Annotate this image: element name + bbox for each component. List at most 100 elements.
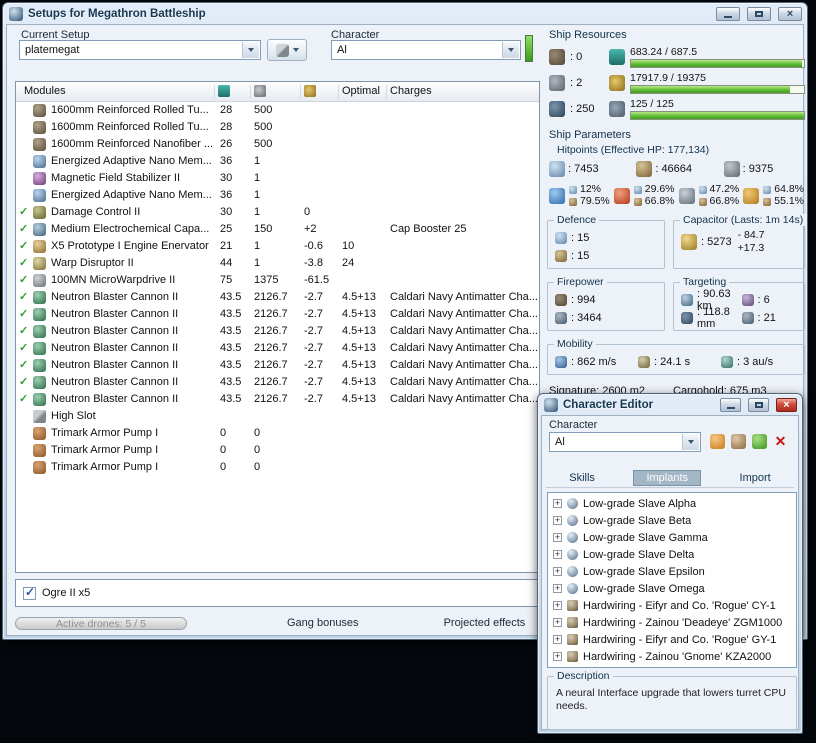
module-cpu-value: 0 [220, 461, 227, 473]
module-capacitor-value: +2 [304, 223, 317, 235]
character-value: Al [337, 44, 347, 56]
minimize-button[interactable] [720, 398, 741, 412]
drone-checkbox[interactable] [23, 585, 36, 600]
cpu-column-icon[interactable] [218, 85, 230, 97]
gang-bonuses-tab[interactable]: Gang bonuses [287, 617, 359, 629]
targeting-groupbox: Targeting : 90.63 km : 6 : 118.8 mm : 21 [673, 276, 805, 331]
expand-icon[interactable] [553, 567, 562, 576]
character-dropdown[interactable]: Al [549, 432, 701, 452]
module-powergrid-value: 1 [254, 189, 261, 201]
module-name: Neutron Blaster Cannon II [51, 342, 179, 354]
module-name: 1600mm Reinforced Nanofiber ... [51, 138, 214, 150]
module-row[interactable]: ✓ Neutron Blaster Cannon II 43.5 2126.7 … [16, 323, 539, 340]
expand-icon[interactable] [553, 601, 562, 610]
module-row[interactable]: ✓ X5 Prototype I Engine Enervator 21 1 -… [16, 238, 539, 255]
module-charges-value: Caldari Navy Antimatter Cha... [390, 376, 538, 388]
module-row[interactable]: 1600mm Reinforced Nanofiber ... 26 500 [16, 136, 539, 153]
module-row[interactable]: ✓ Neutron Blaster Cannon II 43.5 2126.7 … [16, 306, 539, 323]
expand-icon[interactable] [553, 652, 562, 661]
maximize-button[interactable] [747, 7, 771, 21]
implant-list-item[interactable]: Low-grade Slave Epsilon [548, 563, 796, 580]
charges-column-header[interactable]: Charges [390, 85, 432, 97]
module-row[interactable]: Trimark Armor Pump I 0 0 [16, 442, 539, 459]
shield-hp-value: : 7453 [568, 163, 599, 175]
implant-list-item[interactable]: Hardwiring - Eifyr and Co. 'Rogue' CY-1 [548, 597, 796, 614]
optimal-column-header[interactable]: Optimal [342, 85, 380, 97]
implant-list-item[interactable]: Low-grade Slave Alpha [548, 495, 796, 512]
expand-icon[interactable] [553, 533, 562, 542]
implant-list-item[interactable]: Low-grade Slave Delta [548, 546, 796, 563]
expand-icon[interactable] [553, 618, 562, 627]
expand-icon[interactable] [553, 584, 562, 593]
thermal-shield-resist: 29.6% [644, 183, 675, 195]
ship-parameters-title: Ship Parameters [549, 129, 631, 141]
module-cpu-value: 30 [220, 172, 233, 184]
implant-list-item[interactable]: Low-grade Slave Omega [548, 580, 796, 597]
add-character-button[interactable] [710, 434, 725, 449]
import-character-button[interactable] [752, 434, 767, 449]
module-row[interactable]: ✓ Neutron Blaster Cannon II 43.5 2126.7 … [16, 289, 539, 306]
implant-list-item[interactable]: Hardwiring - Zainou 'Gnome' KZA2000 [548, 648, 796, 665]
drone-bandwidth-icon [609, 101, 625, 117]
module-icon [33, 257, 46, 270]
expand-icon[interactable] [553, 635, 562, 644]
module-row[interactable]: 1600mm Reinforced Rolled Tu... 28 500 [16, 102, 539, 119]
chevron-down-icon[interactable] [502, 42, 519, 58]
armor-icon [569, 197, 577, 206]
close-button[interactable]: × [778, 7, 802, 21]
minimize-button[interactable] [716, 7, 740, 21]
tab-implants[interactable]: Implants [633, 469, 702, 486]
implant-list-item[interactable]: Low-grade Slave Gamma [548, 529, 796, 546]
bandwidth-resource-row: : 250 125 / 125 [547, 96, 805, 122]
powergrid-column-icon[interactable] [254, 85, 266, 97]
max-velocity-value: : 862 m/s [571, 356, 617, 368]
tab-import[interactable]: Import [732, 470, 779, 486]
module-row[interactable]: Energized Adaptive Nano Mem... 36 1 [16, 187, 539, 204]
module-row[interactable]: Magnetic Field Stabilizer II 30 1 [16, 170, 539, 187]
expand-icon[interactable] [553, 516, 562, 525]
implant-name: Low-grade Slave Gamma [583, 531, 708, 544]
expand-icon[interactable] [553, 550, 562, 559]
close-button[interactable]: × [776, 398, 797, 412]
module-powergrid-value: 500 [254, 138, 273, 150]
armor-hp-value: : 46664 [655, 163, 693, 175]
maximize-button[interactable] [748, 398, 769, 412]
module-name: Neutron Blaster Cannon II [51, 376, 179, 388]
module-row[interactable]: ✓ Neutron Blaster Cannon II 43.5 2126.7 … [16, 374, 539, 391]
chevron-down-icon [292, 48, 299, 52]
chevron-down-icon[interactable] [242, 42, 259, 58]
setup-tools-button[interactable] [267, 39, 307, 61]
implant-list-item[interactable]: Hardwiring - Eifyr and Co. 'Rogue' GY-1 [548, 631, 796, 648]
implant-list-item[interactable]: Low-grade Slave Beta [548, 512, 796, 529]
module-row[interactable]: Trimark Armor Pump I 0 0 [16, 425, 539, 442]
module-row[interactable]: ✓ Warp Disruptor II 44 1 -3.8 24 [16, 255, 539, 272]
delete-character-button[interactable] [773, 434, 788, 449]
character-dropdown[interactable]: Al [331, 40, 521, 60]
chevron-down-icon[interactable] [682, 434, 699, 450]
module-row[interactable]: Energized Adaptive Nano Mem... 36 1 [16, 153, 539, 170]
projected-effects-tab[interactable]: Projected effects [444, 617, 526, 629]
module-row[interactable]: High Slot [16, 408, 539, 425]
module-row[interactable]: ✓ Neutron Blaster Cannon II 43.5 2126.7 … [16, 357, 539, 374]
module-row[interactable]: 1600mm Reinforced Rolled Tu... 28 500 [16, 119, 539, 136]
edit-character-button[interactable] [731, 434, 746, 449]
expand-icon[interactable] [553, 499, 562, 508]
tab-skills[interactable]: Skills [561, 470, 603, 486]
active-drones-indicator[interactable]: Active drones: 5 / 5 [15, 616, 187, 630]
module-powergrid-value: 2126.7 [254, 308, 288, 320]
fitted-check-icon: ✓ [19, 223, 29, 235]
current-setup-dropdown[interactable]: platemegat [19, 40, 261, 60]
module-row[interactable]: ✓ Medium Electrochemical Capa... 25 150 … [16, 221, 539, 238]
module-row[interactable]: ✓ Neutron Blaster Cannon II 43.5 2126.7 … [16, 391, 539, 408]
capacitor-column-icon[interactable] [304, 85, 316, 97]
module-row[interactable]: Trimark Armor Pump I 0 0 [16, 459, 539, 476]
modules-column-header[interactable]: Modules [24, 85, 66, 97]
implant-icon [567, 634, 578, 645]
module-row[interactable]: ✓ Damage Control II 30 1 0 [16, 204, 539, 221]
module-cpu-value: 30 [220, 206, 233, 218]
module-row[interactable]: ✓ Neutron Blaster Cannon II 43.5 2126.7 … [16, 340, 539, 357]
wrench-icon [275, 43, 289, 57]
module-cpu-value: 21 [220, 240, 233, 252]
module-row[interactable]: ✓ 100MN MicroWarpdrive II 75 1375 -61.5 [16, 272, 539, 289]
implant-list-item[interactable]: Hardwiring - Zainou 'Deadeye' ZGM1000 [548, 614, 796, 631]
